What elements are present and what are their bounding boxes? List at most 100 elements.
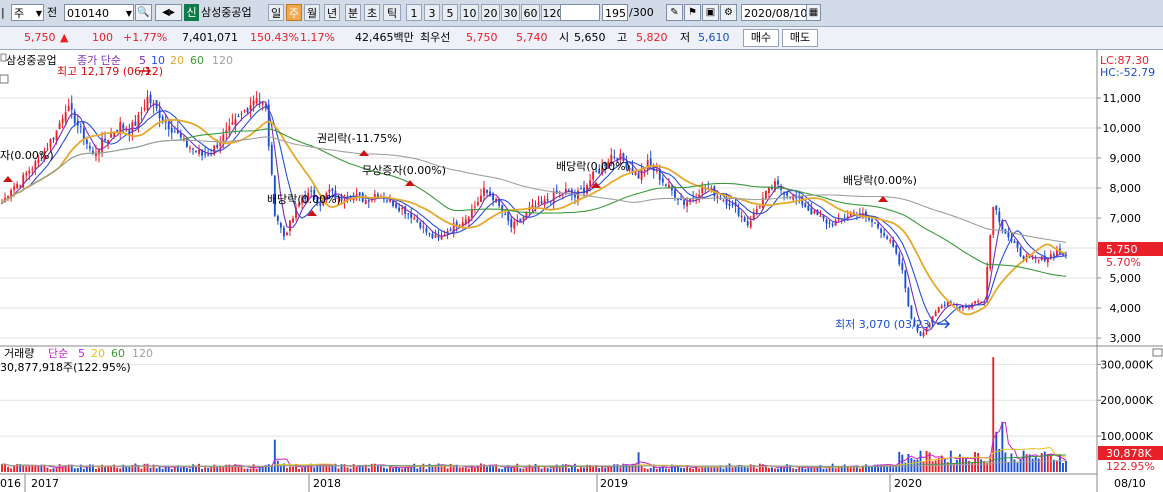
panel-menu-icon[interactable] bbox=[1152, 348, 1163, 357]
volume-bar bbox=[492, 465, 495, 472]
interval-20[interactable]: 20 bbox=[481, 4, 500, 21]
volume-bar bbox=[525, 467, 528, 472]
price-candle bbox=[392, 200, 394, 206]
price-candle bbox=[85, 139, 88, 144]
price-candle bbox=[237, 116, 240, 118]
legend-ma20: 20 bbox=[170, 54, 184, 67]
price-candle bbox=[1052, 254, 1055, 256]
price-candle bbox=[746, 221, 749, 226]
price-candle bbox=[1007, 232, 1010, 238]
period-year[interactable]: 년 bbox=[324, 4, 340, 21]
search-icon[interactable]: 🔍 bbox=[135, 4, 152, 21]
interval-1[interactable]: 1 bbox=[406, 4, 422, 21]
price-candle bbox=[386, 200, 388, 202]
gear-icon[interactable]: ⚙ bbox=[720, 4, 737, 21]
price-candle bbox=[728, 203, 731, 206]
price-candle bbox=[64, 112, 67, 122]
price-candle bbox=[19, 185, 22, 187]
count-input[interactable]: 195 bbox=[602, 4, 628, 21]
price-candle bbox=[877, 223, 879, 228]
volume-bar bbox=[1013, 459, 1016, 472]
price-candle bbox=[828, 222, 831, 224]
period-select[interactable]: 주 ▼ bbox=[11, 4, 44, 21]
period-tick[interactable]: 틱 bbox=[383, 4, 401, 21]
price-candle bbox=[125, 130, 128, 132]
price-candle bbox=[231, 122, 234, 125]
volume-bar bbox=[346, 467, 349, 472]
price-candle bbox=[767, 187, 770, 194]
price-info-bar: 5,750 ▲ 100 +1.77% 7,401,071 150.43% 1.1… bbox=[0, 27, 1163, 50]
interval-60[interactable]: 60 bbox=[521, 4, 540, 21]
price-candle bbox=[279, 223, 282, 228]
price-candle bbox=[583, 187, 585, 192]
price-tick-label: 9,000 bbox=[1110, 152, 1142, 165]
x-tick-label: 2020 bbox=[894, 477, 922, 490]
speaker-icon[interactable]: ◀▸ bbox=[155, 4, 182, 21]
price-candle bbox=[34, 161, 37, 170]
price-candle bbox=[907, 288, 910, 306]
interval-10[interactable]: 10 bbox=[460, 4, 479, 21]
interval-5[interactable]: 5 bbox=[442, 4, 458, 21]
price-candle bbox=[292, 218, 294, 223]
volume-tick-label: 100,000K bbox=[1100, 430, 1153, 443]
legend-ma60: 60 bbox=[190, 54, 204, 67]
volume-bar bbox=[170, 468, 173, 472]
price-candle bbox=[261, 102, 264, 105]
volume-bar bbox=[834, 468, 837, 472]
nav-left-button[interactable]: | bbox=[1, 4, 9, 21]
volume-summary: 30,877,918주(122.95%) bbox=[0, 361, 131, 374]
period-second[interactable]: 초 bbox=[364, 4, 380, 21]
volume-bar bbox=[825, 468, 828, 472]
period-day[interactable]: 일 bbox=[268, 4, 284, 21]
volume-bar bbox=[416, 468, 419, 472]
volume-bar bbox=[73, 468, 76, 472]
volume-bar bbox=[910, 458, 913, 472]
interval-30[interactable]: 30 bbox=[501, 4, 520, 21]
volume-bar bbox=[119, 468, 122, 472]
period-minute[interactable]: 분 bbox=[345, 4, 361, 21]
current-price-tag: 5,750 bbox=[1106, 243, 1138, 256]
volume-bar bbox=[304, 466, 307, 472]
price-candle bbox=[79, 126, 82, 128]
price-candle bbox=[67, 106, 70, 111]
save-icon[interactable]: ▣ bbox=[702, 4, 719, 21]
chart-tools-icon[interactable]: ✎ bbox=[666, 4, 683, 21]
volume-bar bbox=[516, 463, 519, 472]
x-tick-label: 2018 bbox=[313, 477, 341, 490]
price-candle bbox=[819, 215, 822, 217]
price-candle bbox=[270, 144, 273, 175]
price-candle bbox=[895, 245, 898, 254]
indicator-icon[interactable]: ⚑ bbox=[684, 4, 701, 21]
hc-label: HC:-52.79 bbox=[1100, 66, 1155, 79]
custom-interval-input[interactable] bbox=[560, 4, 600, 21]
panel-menu-icon[interactable] bbox=[0, 74, 9, 84]
volume-bar bbox=[546, 468, 549, 472]
chevron-down-icon: ▼ bbox=[35, 9, 42, 18]
vol-legend-ma120: 120 bbox=[132, 347, 153, 360]
price-candle bbox=[55, 130, 58, 141]
period-week[interactable]: 주 bbox=[286, 4, 302, 21]
price-candle bbox=[843, 217, 846, 219]
interval-3[interactable]: 3 bbox=[424, 4, 440, 21]
volume-bar bbox=[179, 467, 182, 472]
volume-bar bbox=[204, 467, 207, 472]
volume-bar bbox=[398, 467, 401, 472]
price-candle bbox=[998, 211, 1001, 222]
current-volume-pct-tag: 122.95% bbox=[1106, 460, 1155, 473]
buy-button[interactable]: 매수 bbox=[743, 29, 779, 47]
price-candle bbox=[919, 331, 922, 336]
volume-bar bbox=[664, 468, 667, 472]
volume-bar bbox=[607, 466, 610, 472]
sell-button[interactable]: 매도 bbox=[782, 29, 818, 47]
volume-bar bbox=[692, 468, 695, 472]
calendar-icon[interactable]: ▦ bbox=[806, 4, 821, 21]
volume-bar bbox=[683, 467, 685, 472]
prev-label: 전 bbox=[47, 6, 58, 19]
volume-bar bbox=[540, 468, 543, 472]
stock-code-input[interactable]: 010140 ▼ bbox=[64, 4, 134, 21]
price-candle bbox=[519, 218, 522, 222]
stock-chart[interactable]: 삼성중공업 종가 단순 5 10 20 60 120 LC:87.30 HC:-… bbox=[0, 50, 1163, 492]
volume-bar bbox=[901, 454, 904, 472]
volume-bar bbox=[161, 468, 164, 472]
period-month[interactable]: 월 bbox=[304, 4, 320, 21]
